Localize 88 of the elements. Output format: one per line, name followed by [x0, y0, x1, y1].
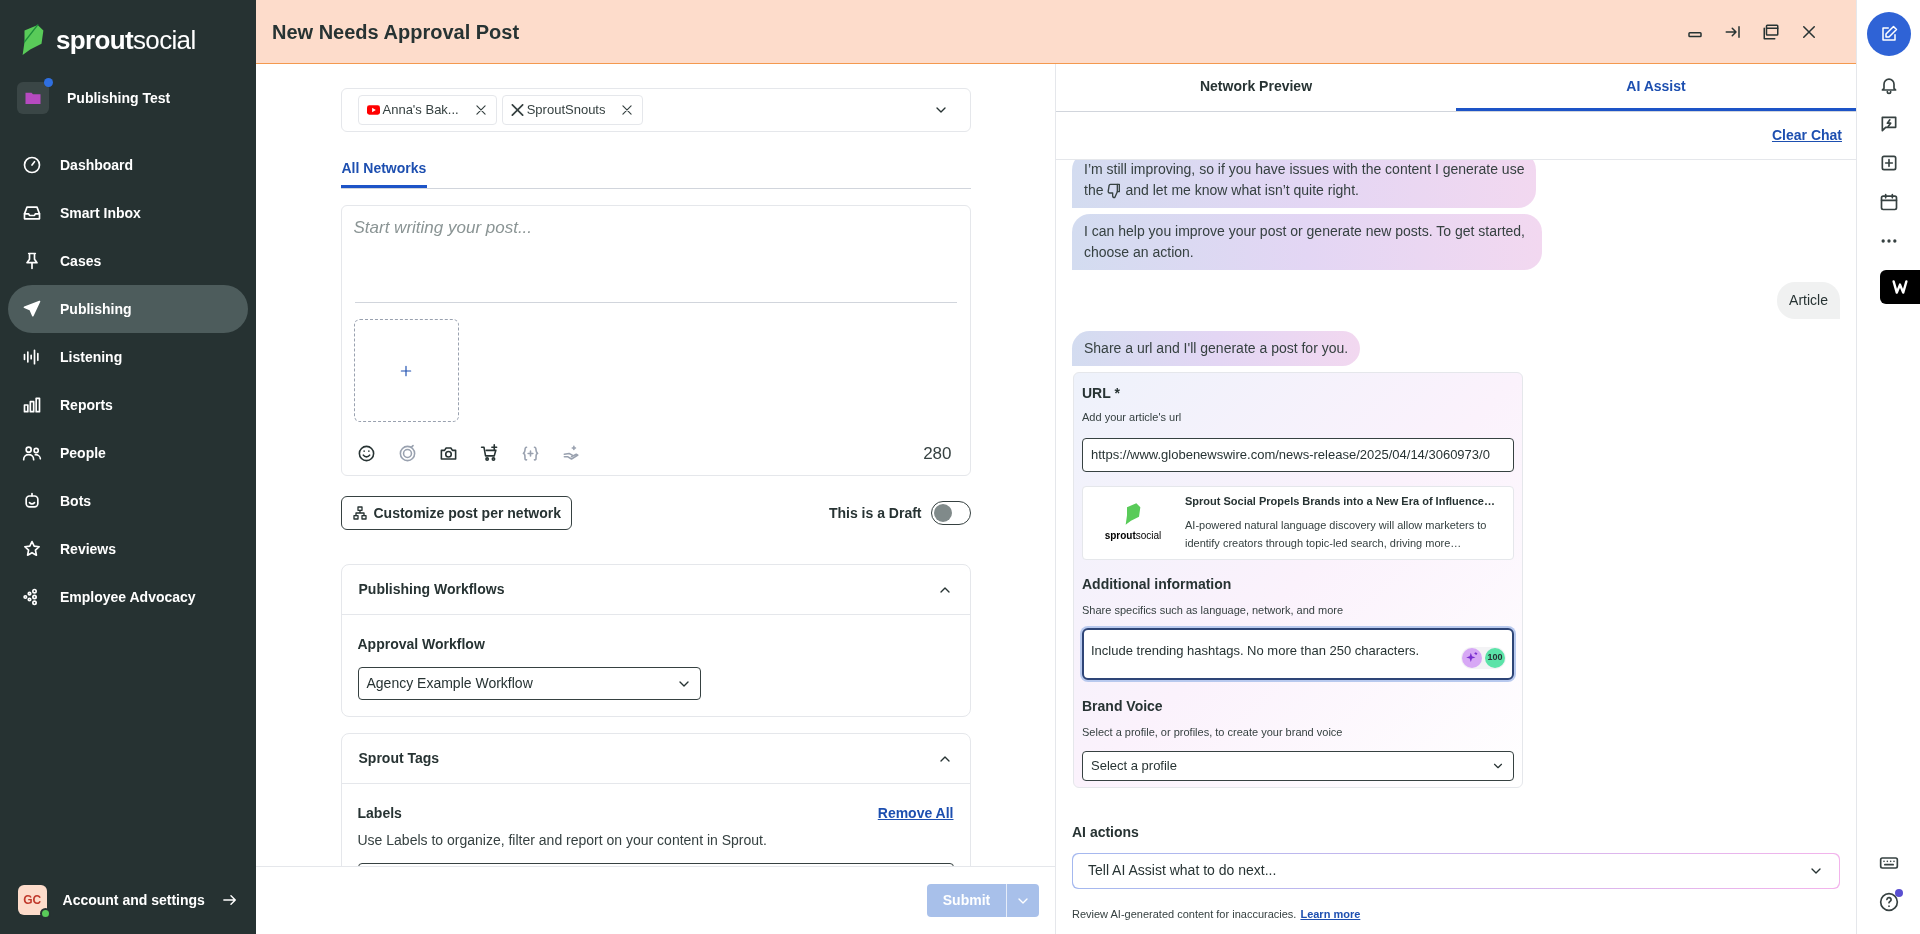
panel-tab[interactable]: Network Preview	[1056, 64, 1456, 111]
nav-item[interactable]: Smart Inbox	[8, 189, 248, 237]
logo-text: sproutsocial	[56, 27, 196, 53]
user-message: Article	[1777, 282, 1840, 319]
robot-icon	[22, 491, 42, 511]
nav-item[interactable]: Employee Advocacy	[8, 573, 248, 621]
message-text: the	[1084, 181, 1104, 200]
x-logo-icon	[510, 104, 524, 116]
people-icon	[22, 443, 42, 463]
modal-title: New Needs Approval Post	[272, 19, 521, 45]
nav-item[interactable]: Dashboard	[8, 141, 248, 189]
draft-toggle[interactable]	[930, 501, 971, 525]
profile-chip[interactable]: SproutSnouts	[501, 95, 644, 125]
additional-info-field[interactable]: Include trending hashtags. No more than 250 characters. 100	[1082, 628, 1514, 680]
cart-icon[interactable]	[479, 444, 499, 464]
workspace-name[interactable]: Publishing Test	[67, 87, 171, 109]
preview-description: AI-powered natural language discovery will allow marketers to identify creators through topic-led search, driving more…	[1185, 517, 1488, 551]
sprout-social-logo: sproutsocial	[1091, 502, 1175, 543]
url-field[interactable]: https://www.globenewswire.com/news-release/2025/04/14/3060973/0	[1082, 437, 1514, 472]
bar-chart-icon	[22, 395, 42, 415]
field-hint: Add your article's url	[1082, 410, 1183, 425]
brand-voice-select[interactable]: Select a profile	[1082, 750, 1514, 781]
network-icon	[351, 505, 368, 521]
app-tab[interactable]	[1880, 270, 1920, 304]
section-header[interactable]: Sprout Tags	[341, 734, 970, 784]
remove-all-link[interactable]: Remove All	[877, 803, 954, 824]
nav-item[interactable]: People	[8, 429, 248, 477]
pencil-square-icon	[1879, 25, 1898, 43]
avatar: GC	[18, 885, 47, 915]
compose-button[interactable]	[1866, 12, 1911, 56]
spiral-icon[interactable]	[397, 444, 417, 464]
close-icon[interactable]	[473, 103, 488, 117]
nav-item[interactable]: Reviews	[8, 525, 248, 573]
field-hint: Select a profile, or profiles, to create your brand voice	[1082, 725, 1344, 740]
field-label: Approval Workflow	[357, 635, 486, 654]
post-editor[interactable]: Start writing your post... 280	[340, 205, 971, 476]
variable-icon[interactable]	[520, 444, 540, 464]
gauge-icon	[22, 155, 42, 175]
calendar-icon[interactable]	[1878, 192, 1899, 212]
waveform-icon	[22, 347, 42, 367]
field-description: Use Labels to organize, filter and report on your content in Sprout.	[357, 831, 768, 850]
window-icon[interactable]	[1762, 22, 1780, 41]
account-settings-link[interactable]: GC Account and settings	[0, 882, 256, 918]
field-label: Additional information	[1082, 574, 1233, 594]
message-text: I’m still improving, so if you have issues with the content I generate use	[1084, 160, 1525, 179]
profile-name: Anna's Bak...	[382, 101, 460, 120]
character-count: 280	[923, 443, 953, 465]
panel-tab[interactable]: AI Assist	[1456, 64, 1856, 111]
disclaimer-text: Review AI-generated content for inaccuracies.	[1072, 906, 1297, 922]
workflow-select[interactable]: Agency Example Workflow	[357, 667, 701, 700]
field-label: Labels	[357, 804, 403, 823]
post-text-field[interactable]: Start writing your post...	[353, 206, 958, 302]
nav-item[interactable]: Cases	[8, 237, 248, 285]
draft-label: This is a Draft	[828, 503, 922, 523]
star-icon	[22, 539, 42, 559]
close-icon[interactable]	[620, 103, 635, 117]
section-header[interactable]: Publishing Workflows	[341, 565, 970, 615]
inbox-icon	[22, 203, 42, 223]
nav-item[interactable]: Listening	[8, 333, 248, 381]
preview-title: Sprout Social Propels Brands into a New Era of Influence…	[1185, 494, 1496, 510]
sparkle-icon[interactable]	[1462, 648, 1482, 668]
message-text: Share a url and I'll generate a post for you.	[1084, 339, 1349, 358]
smiley-icon[interactable]	[356, 444, 376, 464]
profile-selector[interactable]: Anna's Bak... SproutSnouts	[340, 88, 971, 132]
field-value: Include trending hashtags. No more than 250 characters.	[1091, 643, 1420, 658]
network-tab[interactable]: All Networks	[340, 152, 428, 188]
field-label: Brand Voice	[1082, 697, 1164, 716]
plus-icon	[399, 363, 413, 378]
nav-item[interactable]: Reports	[8, 381, 248, 429]
paper-plane-icon	[22, 299, 42, 319]
profile-chip[interactable]: Anna's Bak...	[357, 95, 497, 125]
thumbs-down-icon	[1106, 182, 1123, 199]
field-label: URL *	[1082, 384, 1121, 403]
learn-more-link[interactable]: Learn more	[1300, 905, 1361, 922]
ai-actions-dropdown[interactable]: Tell AI Assist what to do next...	[1072, 852, 1840, 889]
play-logo-icon	[366, 105, 380, 115]
message-text: and let me know what isn’t quite right.	[1125, 181, 1359, 200]
message-text: I can help you improve your post or generate new posts. To get started, choose an action.	[1084, 222, 1526, 262]
actions-label: AI actions	[1072, 822, 1140, 842]
field-hint: Share specifics such as language, network, and more	[1082, 602, 1345, 618]
profile-name: SproutSnouts	[526, 101, 607, 120]
w-logo-icon	[1890, 279, 1910, 295]
nav-item[interactable]: Bots	[8, 477, 248, 525]
score-badge: 100	[1485, 648, 1505, 668]
clear-chat-link[interactable]: Clear Chat	[1771, 125, 1842, 146]
nav-item[interactable]: Publishing	[8, 285, 248, 333]
help-icon	[1878, 892, 1899, 912]
customize-button[interactable]: Customize post per network	[340, 496, 572, 530]
